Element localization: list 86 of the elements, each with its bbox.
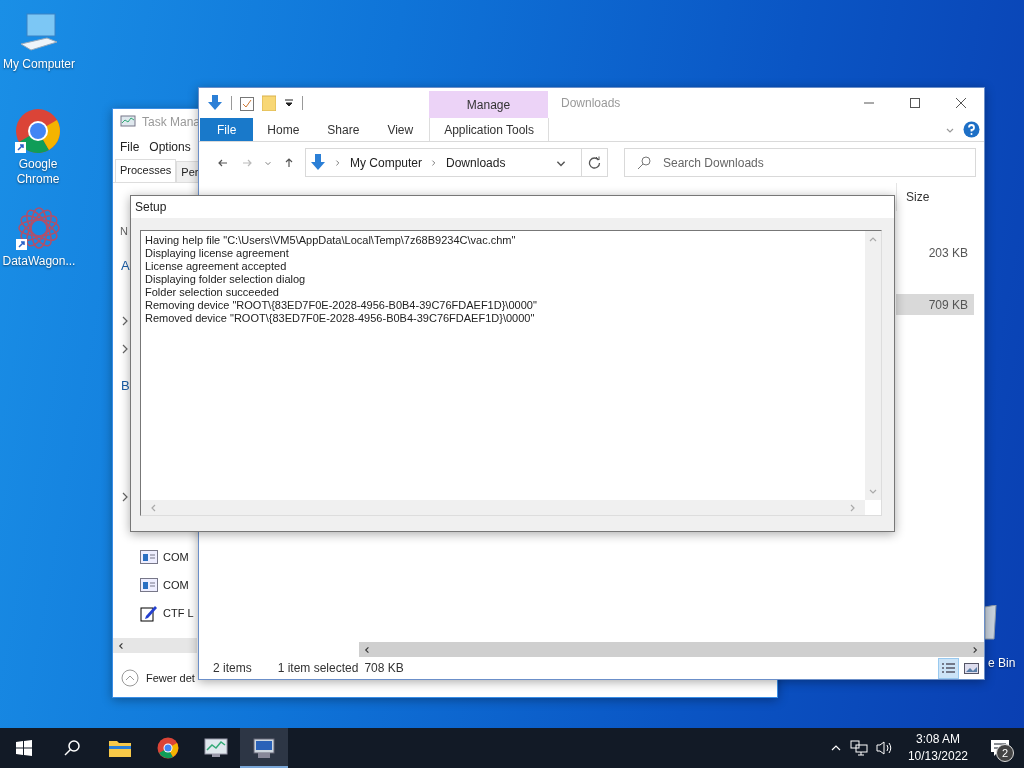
- taskbar-app-button[interactable]: [240, 728, 288, 768]
- expand-chevron-icon[interactable]: [122, 316, 128, 326]
- process-name: COM: [163, 551, 189, 563]
- notification-count: 2: [996, 744, 1014, 762]
- windows-logo-icon: [16, 740, 32, 756]
- pen-icon: [140, 604, 158, 622]
- monitor-chart-icon: [120, 114, 136, 129]
- expand-chevron-icon[interactable]: [122, 344, 128, 354]
- scroll-right-icon: [971, 644, 980, 655]
- desktop-icon-label: My Computer: [3, 57, 75, 72]
- log-line: Folder selection succeeded: [145, 286, 280, 299]
- tab[interactable]: Per: [176, 161, 201, 182]
- scrollbar[interactable]: [113, 638, 197, 653]
- download-arrow-icon: [310, 154, 326, 171]
- item-count: 2 items: [213, 661, 252, 675]
- log-line: Having help file "C:\Users\VM5\AppData\Local\Temp\7z68B9234C\vac.chm": [145, 234, 517, 247]
- tab[interactable]: Processes: [115, 159, 177, 182]
- collapse-up-icon[interactable]: [121, 669, 139, 687]
- ribbon-tab[interactable]: Application Tools: [429, 118, 550, 141]
- column-header[interactable]: N: [120, 225, 128, 237]
- search-icon: [64, 740, 80, 756]
- expand-chevron-icon[interactable]: [122, 492, 128, 502]
- ribbon-tab[interactable]: View: [373, 118, 428, 141]
- file-size-cell[interactable]: 709 KB: [896, 294, 974, 315]
- forward-arrow-icon: [241, 157, 253, 168]
- menu-item[interactable]: File: [120, 140, 140, 154]
- chrome-icon: [157, 737, 179, 759]
- process-name: COM: [163, 579, 189, 591]
- details-view-icon: [941, 661, 956, 675]
- maximize-icon[interactable]: [909, 97, 921, 109]
- selection-info: 1 item selected: [277, 661, 359, 675]
- file-size-cell[interactable]: 203 KB: [896, 242, 974, 263]
- process-name: CTF L: [163, 607, 194, 619]
- refresh-button[interactable]: [582, 148, 608, 177]
- log-line: Displaying license agreement: [145, 247, 290, 260]
- column-header[interactable]: Size: [906, 190, 930, 204]
- properties-check-icon[interactable]: [240, 95, 254, 111]
- refresh-icon: [588, 156, 601, 169]
- log-line: License agreement accepted: [145, 260, 288, 273]
- address-bar[interactable]: My Computer Downloads: [305, 148, 582, 177]
- image-view-icon: [964, 661, 979, 675]
- scroll-left-icon: [117, 640, 126, 651]
- up-arrow-icon: [284, 156, 294, 169]
- service-window-icon: [140, 550, 158, 564]
- search-icon: [637, 155, 651, 170]
- log-line: Removing device "ROOT\{83ED7F0E-2028-4956-B0B4-39C76FDAEF1D}\0000": [145, 299, 538, 312]
- fewer-details-link[interactable]: Fewer det: [146, 672, 195, 684]
- service-window-icon: [140, 578, 158, 592]
- ribbon-tab[interactable]: Share: [313, 118, 374, 141]
- ribbon-tab[interactable]: File: [200, 118, 254, 141]
- breadcrumb[interactable]: My Computer: [350, 155, 423, 170]
- group-header: A: [121, 257, 130, 273]
- desktop-icon-label: Google Chrome: [15, 157, 61, 187]
- breadcrumb-chevron-icon: [334, 157, 342, 168]
- network-icon[interactable]: [849, 740, 868, 756]
- desktop-icon-label: e Bin: [988, 656, 1016, 671]
- tray-overflow-icon: [829, 743, 842, 753]
- mandala-icon[interactable]: [16, 205, 62, 251]
- window-title: Setup: [135, 200, 167, 214]
- clock[interactable]: 3:08 AM 10/13/2022: [901, 731, 974, 765]
- menu-item[interactable]: Options: [149, 140, 191, 154]
- log-box[interactable]: [140, 230, 882, 516]
- notification-button[interactable]: 2: [982, 728, 1018, 768]
- back-arrow-icon: [217, 157, 229, 168]
- close-icon[interactable]: [955, 97, 967, 109]
- selection-size: 708 KB: [364, 661, 404, 675]
- download-arrow-icon[interactable]: [207, 95, 223, 111]
- log-line: Displaying folder selection dialog: [145, 273, 307, 286]
- group-header: B: [121, 377, 130, 393]
- help-icon[interactable]: [963, 121, 980, 138]
- volume-icon[interactable]: [875, 740, 894, 756]
- computer-icon: [252, 737, 276, 759]
- search-field[interactable]: Search Downloads: [624, 148, 976, 177]
- window-title: Downloads: [561, 96, 621, 110]
- scrollbar[interactable]: [359, 642, 984, 657]
- monitor-chart-icon: [204, 738, 228, 758]
- scroll-left-icon: [363, 644, 372, 655]
- ribbon-tab[interactable]: Home: [253, 118, 314, 141]
- breadcrumb[interactable]: Downloads: [446, 155, 506, 170]
- contextual-tab-header: Manage: [466, 97, 511, 112]
- details-view-button[interactable]: [938, 657, 959, 679]
- desktop-icon-label: DataWagon...: [2, 254, 76, 269]
- chrome-icon[interactable]: [15, 108, 61, 154]
- log-line: Removed device "ROOT\{83ED7F0E-2028-4956-B0B4-39C76FDAEF1D}\0000": [145, 312, 536, 325]
- folder-icon: [109, 739, 131, 757]
- dropdown-caret-icon[interactable]: [284, 98, 294, 108]
